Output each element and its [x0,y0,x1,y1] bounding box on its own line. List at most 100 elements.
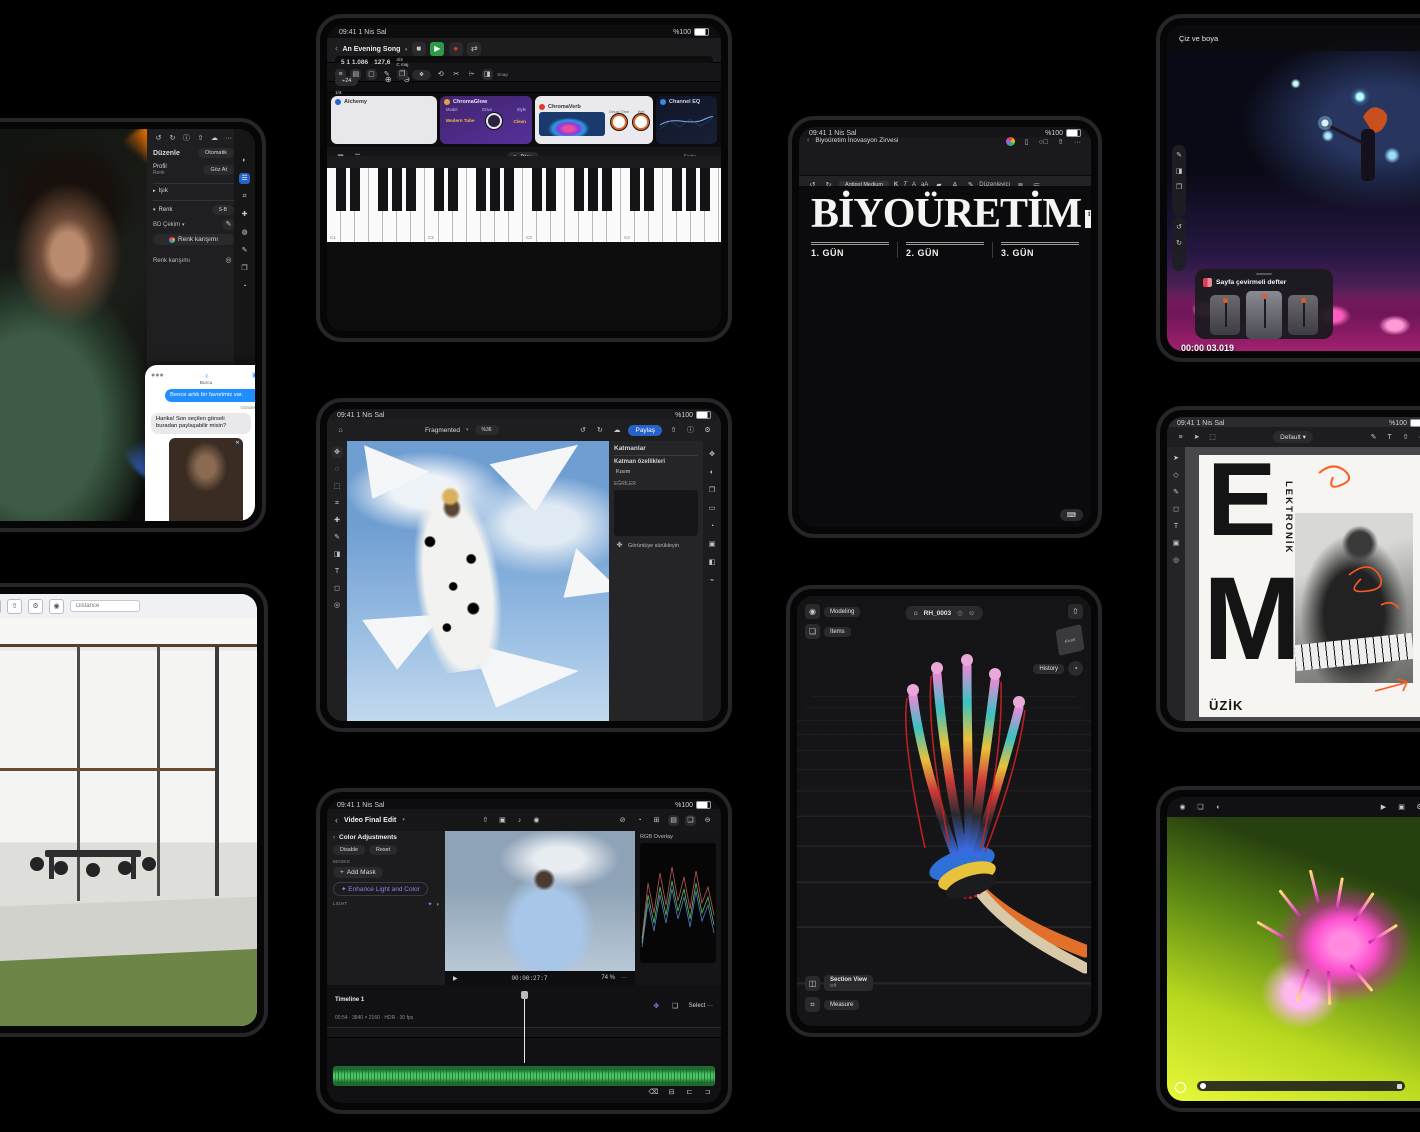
eraser-icon[interactable]: ◨ [482,69,493,80]
back-chevron-icon[interactable]: ‹ [206,371,209,380]
chevron-down-icon[interactable]: ▾ [466,427,469,433]
export-icon[interactable]: ⇧ [1400,432,1411,443]
more-icon[interactable]: ··· [621,975,627,981]
editors-icon[interactable]: ▤ [350,69,361,80]
text-tool-icon[interactable]: T [332,566,343,577]
plugin-alchemy[interactable]: Alchemy [331,96,437,144]
chevron-down-icon[interactable]: ▾ [402,817,405,823]
help-icon[interactable]: ⓘ [685,425,696,436]
plugin-chromaglow[interactable]: ChromaGlow Model Drive Style Modern Tube… [440,96,532,144]
model-viewport[interactable] [0,618,257,1026]
menu-icon[interactable]: ≡ [1175,432,1186,443]
back-chevron-icon[interactable]: ‹ [335,43,338,53]
auto-button[interactable]: Otomatik [198,148,234,158]
undo-icon[interactable]: ↺ [153,133,164,144]
page-indicator[interactable] [1175,1082,1186,1093]
copy-icon[interactable]: ❐ [397,69,408,80]
cloud-icon[interactable]: ☁ [209,133,220,144]
shape-tool-icon[interactable]: ◻ [332,583,343,594]
chevron-down-icon[interactable]: ▾ [436,902,439,908]
versions-icon[interactable]: ❐ [239,263,250,274]
camera-icon[interactable]: ▣ [497,815,508,826]
move-tool-icon[interactable]: ✥ [332,447,343,458]
eraser-icon[interactable]: ◨ [1174,166,1185,177]
comments-icon[interactable]: ▭ [707,503,718,514]
close-icon[interactable]: ✕ [234,440,241,447]
lock-icon[interactable]: ◉ [1177,802,1188,813]
tracks-view-icon[interactable]: ≡ [335,69,346,80]
style-value[interactable]: Clean [513,119,526,124]
play-button[interactable]: ▶ [430,42,444,56]
window-controls[interactable]: ●●● [151,372,164,379]
export-icon[interactable]: ⇧ [1068,604,1083,619]
cycle-icon[interactable]: ⇄ [467,42,481,56]
settings-icon[interactable]: ⚙ [702,425,713,436]
document-title[interactable]: Biyoüretim İnovasyon Zirvesi [815,137,898,157]
text-icon[interactable]: T [1384,432,1395,443]
share-icon[interactable]: ⇧ [195,133,206,144]
undo-icon[interactable]: ↺ [1174,222,1185,233]
wet-knob[interactable] [633,114,649,130]
black-keys[interactable] [327,168,721,211]
more-icon[interactable]: ··· [1416,432,1420,443]
history-chip[interactable]: History◔ [1033,661,1083,676]
share-icon[interactable]: ⇧ [7,599,22,614]
heal-tool-icon[interactable]: ✚ [332,515,343,526]
adjust-icon[interactable]: ◐ [707,467,718,478]
sync-icon[interactable]: ◎ [957,609,963,617]
piano-keyboard[interactable]: C1 C2 C3 C4 [327,168,721,242]
animation-frame[interactable] [1288,295,1318,335]
crop-icon[interactable]: ⌗ [239,191,250,202]
model-value[interactable]: Modern Tube [446,119,475,124]
connect-icon[interactable]: ✥ [651,1001,662,1012]
stop-handle[interactable] [1397,1084,1402,1089]
brush-icon[interactable]: ✎ [239,245,250,256]
zoom-tool-icon[interactable]: ◎ [1171,555,1182,566]
materials-icon[interactable]: ◐ [1213,802,1224,813]
glue-icon[interactable]: ⌲ [466,69,477,80]
disable-button[interactable]: Disable [333,845,365,855]
poster-artboard[interactable]: E M LEKTRONİK ÜZİK [1199,455,1420,717]
redo-icon[interactable]: ↻ [594,425,605,436]
crop-tool-icon[interactable]: ⌗ [332,498,343,509]
scene-icon[interactable]: ❏ [1195,802,1206,813]
export-icon[interactable]: ⇧ [668,425,679,436]
layers-icon[interactable]: ❐ [1174,182,1185,193]
animation-frame-current[interactable] [1246,291,1282,339]
brush-icon[interactable]: ✎ [1368,432,1379,443]
trim-right-icon[interactable]: ⊐ [702,1087,713,1098]
back-chevron-icon[interactable]: ‹ [333,835,335,841]
curves-editor[interactable] [614,490,698,536]
export-icon[interactable]: ⎋ [0,599,1,614]
trash-icon[interactable]: ⌫ [648,1087,659,1098]
browse-button[interactable]: Göz At [203,165,234,175]
more-icon[interactable]: ··· [1072,137,1083,148]
contact-name[interactable]: Burcu [151,381,255,386]
edit-icon[interactable]: ☰ [239,173,250,184]
loop-browser-icon[interactable]: ▢ [366,69,377,80]
enhance-button[interactable]: ✦ Enhance Light and Color [333,882,428,896]
properties-icon[interactable]: ✥ [707,449,718,460]
play-icon[interactable]: ▶ [1378,802,1389,813]
color-grading-label[interactable]: Renk karışımı [153,258,190,264]
render-settings-icon[interactable]: ⚙ [1414,802,1420,813]
document-name[interactable]: Fragmented [425,427,460,434]
history-icon[interactable]: ◔ [239,281,250,292]
heal-icon[interactable]: ✚ [239,209,250,220]
retime-icon[interactable]: ◔ [634,815,645,826]
scrubber-handle[interactable] [1200,1083,1206,1089]
share-icon[interactable]: ⇧ [1055,137,1066,148]
playhead[interactable] [524,997,525,1063]
brush-icon[interactable]: ✎ [1174,150,1185,161]
lasso-tool-icon[interactable]: ◌ [332,464,343,475]
more-icon[interactable]: ··· [223,133,234,144]
reset-button[interactable]: Reset [369,845,397,855]
pointer-icon[interactable]: ➤ [1191,432,1202,443]
back-chevron-icon[interactable]: ‹ [335,815,338,825]
orientation-cube[interactable]: Front [1056,624,1085,656]
drag-handle[interactable] [1256,273,1272,275]
viewer-zoom[interactable]: 74 % [601,975,615,981]
viewer[interactable] [445,831,635,971]
back-chevron-icon[interactable]: ‹ [807,137,809,157]
masking-icon[interactable]: ◍ [239,227,250,238]
